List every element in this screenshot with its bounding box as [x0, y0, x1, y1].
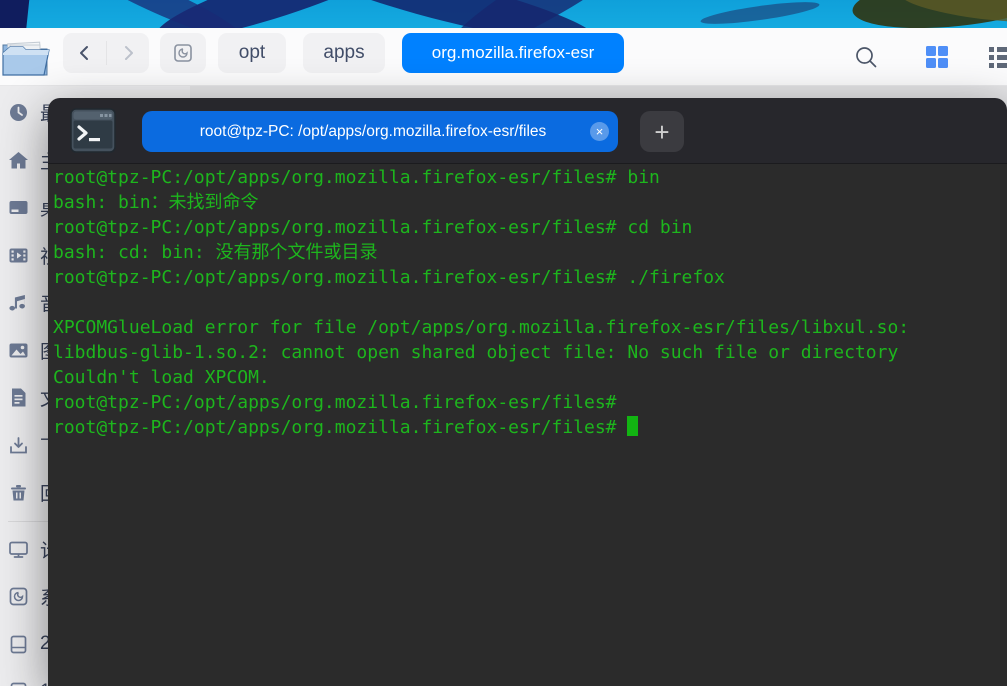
terminal-icon — [70, 108, 116, 153]
desktop: opt apps org.mozilla.firefox-esr root@tp… — [0, 0, 1007, 686]
chevron-right-icon — [124, 46, 133, 60]
terminal-line: root@tpz-PC:/opt/apps/org.mozilla.firefo… — [53, 167, 660, 188]
terminal-tab[interactable]: root@tpz-PC: /opt/apps/org.mozilla.firef… — [142, 111, 618, 152]
terminal-line: root@tpz-PC:/opt/apps/org.mozilla.firefo… — [53, 392, 617, 413]
icon-view-button[interactable] — [924, 44, 950, 70]
list-view-button[interactable] — [988, 44, 1007, 70]
video-icon — [9, 248, 28, 263]
breadcrumb-current[interactable]: org.mozilla.firefox-esr — [402, 33, 624, 73]
terminal-line: root@tpz-PC:/opt/apps/org.mozilla.firefo… — [53, 217, 693, 238]
forward-button[interactable] — [106, 33, 149, 73]
terminal-window: root@tpz-PC: /opt/apps/org.mozilla.firef… — [48, 98, 1007, 686]
desktop-icon — [9, 201, 28, 215]
palm-frond-shape — [699, 0, 821, 29]
tab-close-button[interactable]: × — [590, 122, 609, 141]
terminal-line: root@tpz-PC:/opt/apps/org.mozilla.firefo… — [53, 267, 725, 288]
computer-icon — [9, 541, 28, 558]
disk-icon — [174, 44, 192, 62]
nav-divider — [106, 41, 107, 65]
navigation-button-group — [63, 33, 149, 73]
terminal-prompt: root@tpz-PC:/opt/apps/org.mozilla.firefo… — [53, 417, 628, 438]
terminal-prompt-line: root@tpz-PC:/opt/apps/org.mozilla.firefo… — [53, 415, 1007, 440]
terminal-line: bash: cd: bin: 没有那个文件或目录 — [53, 242, 378, 263]
chevron-left-icon — [79, 46, 88, 60]
list-view-icon — [989, 47, 1007, 68]
breadcrumb-apps[interactable]: apps — [303, 33, 385, 73]
grid-view-icon — [926, 46, 948, 68]
file-manager-toolbar: opt apps org.mozilla.firefox-esr — [0, 28, 1007, 86]
terminal-line: Couldn't load XPCOM. — [53, 367, 270, 388]
search-icon — [856, 47, 877, 68]
home-icon — [9, 151, 28, 169]
trash-icon — [11, 485, 26, 501]
terminal-line: XPCOMGlueLoad error for file /opt/apps/o… — [53, 317, 910, 338]
clock-icon — [10, 104, 27, 122]
disk-icon — [10, 635, 27, 654]
terminal-cursor — [627, 416, 639, 436]
terminal-output[interactable]: root@tpz-PC:/opt/apps/org.mozilla.firefo… — [48, 164, 1007, 686]
file-manager-app-icon — [2, 41, 50, 76]
document-icon — [12, 388, 26, 407]
system-disk-icon — [9, 587, 28, 606]
back-button[interactable] — [63, 33, 106, 73]
terminal-line: libdbus-glib-1.so.2: cannot open shared … — [53, 342, 899, 363]
disk-icon — [10, 682, 27, 686]
terminal-tab-title: root@tpz-PC: /opt/apps/org.mozilla.firef… — [199, 122, 547, 140]
volume-crumb-button[interactable] — [160, 33, 206, 73]
breadcrumb-opt[interactable]: opt — [218, 33, 286, 73]
terminal-line: bash: bin：未找到命令 — [53, 192, 259, 213]
terminal-tab-bar: root@tpz-PC: /opt/apps/org.mozilla.firef… — [48, 98, 1007, 164]
music-icon — [9, 295, 25, 311]
new-tab-button[interactable]: + — [640, 111, 684, 152]
download-icon — [10, 436, 27, 454]
picture-icon — [9, 343, 28, 358]
search-button[interactable] — [853, 44, 879, 70]
